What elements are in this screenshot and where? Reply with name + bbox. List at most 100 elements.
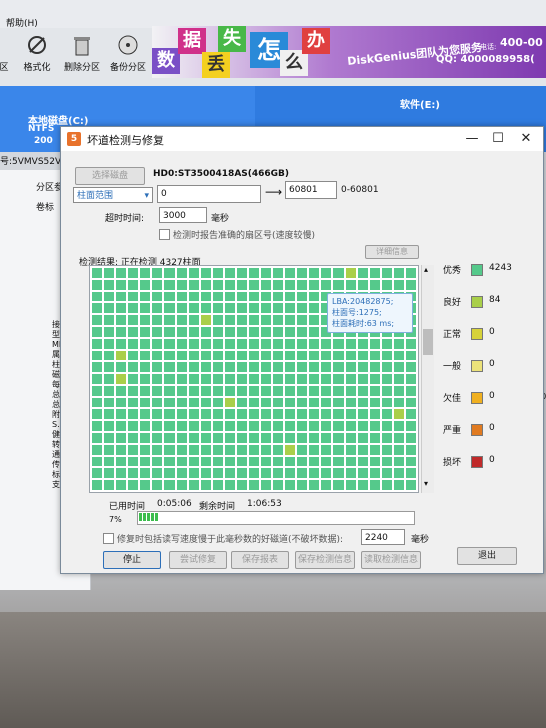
grid-cell[interactable] (176, 456, 187, 467)
delete-partition-button[interactable]: 删除分区 (60, 32, 104, 73)
grid-cell[interactable] (164, 468, 175, 479)
grid-cell[interactable] (393, 456, 404, 467)
grid-cell[interactable] (333, 468, 344, 479)
grid-cell[interactable] (116, 444, 127, 455)
grid-cell[interactable] (248, 362, 260, 373)
grid-cell[interactable] (92, 268, 103, 278)
grid-cell[interactable] (285, 303, 296, 314)
grid-cell[interactable] (188, 291, 199, 302)
grid-cell[interactable] (333, 421, 344, 432)
grid-cell[interactable] (345, 444, 356, 455)
grid-cell[interactable] (369, 338, 380, 349)
grid-cell[interactable] (140, 350, 151, 361)
grid-cell[interactable] (297, 279, 308, 290)
grid-cell[interactable] (128, 421, 139, 432)
grid-scrollbar[interactable]: ▴ ▾ (421, 265, 434, 493)
grid-cell[interactable] (297, 350, 308, 361)
grid-cell[interactable] (212, 338, 223, 349)
grid-cell[interactable] (236, 480, 247, 490)
grid-cell[interactable] (273, 338, 284, 349)
grid-cell[interactable] (369, 444, 380, 455)
grid-cell[interactable] (309, 480, 320, 490)
grid-cell[interactable] (92, 303, 103, 314)
grid-cell[interactable] (140, 468, 151, 479)
grid-cell[interactable] (285, 385, 296, 396)
grid-cell[interactable] (393, 362, 404, 373)
grid-cell[interactable] (333, 480, 344, 490)
grid-cell[interactable] (369, 279, 380, 290)
grid-cell[interactable] (357, 468, 368, 479)
grid-cell[interactable] (285, 291, 296, 302)
grid-cell[interactable] (224, 421, 235, 432)
scroll-up-icon[interactable]: ▴ (424, 265, 428, 274)
grid-cell[interactable] (188, 421, 199, 432)
save-report-button[interactable]: 保存报表 (231, 551, 289, 569)
grid-cell[interactable] (140, 409, 151, 420)
grid-cell[interactable] (92, 326, 103, 337)
grid-cell[interactable] (248, 385, 260, 396)
grid-cell[interactable] (393, 374, 404, 384)
grid-cell[interactable] (345, 409, 356, 420)
grid-cell[interactable] (273, 268, 284, 278)
grid-cell[interactable] (236, 456, 247, 467)
grid-cell[interactable] (188, 268, 199, 278)
grid-cell[interactable] (152, 279, 163, 290)
grid-cell[interactable] (104, 409, 115, 420)
grid-cell[interactable] (309, 385, 320, 396)
grid-cell[interactable] (393, 421, 404, 432)
range-start-input[interactable]: 0 (157, 185, 261, 203)
grid-cell[interactable] (261, 385, 272, 396)
grid-cell[interactable] (297, 421, 308, 432)
grid-cell[interactable] (405, 279, 416, 290)
grid-cell[interactable] (164, 338, 175, 349)
grid-cell[interactable] (309, 315, 320, 325)
grid-cell[interactable] (393, 338, 404, 349)
grid-cell[interactable] (176, 338, 187, 349)
grid-cell[interactable] (248, 409, 260, 420)
grid-cell[interactable] (273, 326, 284, 337)
grid-cell[interactable] (393, 385, 404, 396)
grid-cell[interactable] (405, 480, 416, 490)
grid-cell[interactable] (164, 362, 175, 373)
grid-cell[interactable] (236, 315, 247, 325)
grid-cell[interactable] (357, 362, 368, 373)
grid-cell[interactable] (116, 421, 127, 432)
grid-cell[interactable] (236, 433, 247, 443)
grid-cell[interactable] (405, 374, 416, 384)
grid-cell[interactable] (200, 291, 211, 302)
grid-cell[interactable] (224, 350, 235, 361)
grid-cell[interactable] (297, 303, 308, 314)
grid-cell[interactable] (116, 303, 127, 314)
grid-cell[interactable] (248, 421, 260, 432)
grid-cell[interactable] (140, 362, 151, 373)
grid-cell[interactable] (188, 480, 199, 490)
grid-cell[interactable] (140, 326, 151, 337)
grid-cell[interactable] (140, 338, 151, 349)
grid-cell[interactable] (236, 338, 247, 349)
grid-cell[interactable] (188, 362, 199, 373)
grid-cell[interactable] (104, 303, 115, 314)
read-info-button[interactable]: 读取检测信息 (361, 551, 421, 569)
grid-cell[interactable] (297, 468, 308, 479)
grid-cell[interactable] (321, 350, 332, 361)
grid-cell[interactable] (261, 362, 272, 373)
grid-cell[interactable] (140, 374, 151, 384)
report-exact-checkbox[interactable] (159, 229, 170, 240)
grid-cell[interactable] (188, 338, 199, 349)
grid-cell[interactable] (188, 315, 199, 325)
grid-cell[interactable] (128, 444, 139, 455)
grid-cell[interactable] (92, 456, 103, 467)
grid-cell[interactable] (261, 326, 272, 337)
grid-cell[interactable] (381, 421, 392, 432)
grid-cell[interactable] (236, 444, 247, 455)
repair-ms-input[interactable]: 2240 (361, 529, 405, 545)
grid-cell[interactable] (92, 385, 103, 396)
grid-cell[interactable] (273, 397, 284, 408)
grid-cell[interactable] (200, 444, 211, 455)
grid-cell[interactable] (297, 397, 308, 408)
grid-cell[interactable] (152, 374, 163, 384)
grid-cell[interactable] (285, 397, 296, 408)
grid-cell[interactable] (224, 433, 235, 443)
grid-cell[interactable] (164, 456, 175, 467)
grid-cell[interactable] (321, 385, 332, 396)
